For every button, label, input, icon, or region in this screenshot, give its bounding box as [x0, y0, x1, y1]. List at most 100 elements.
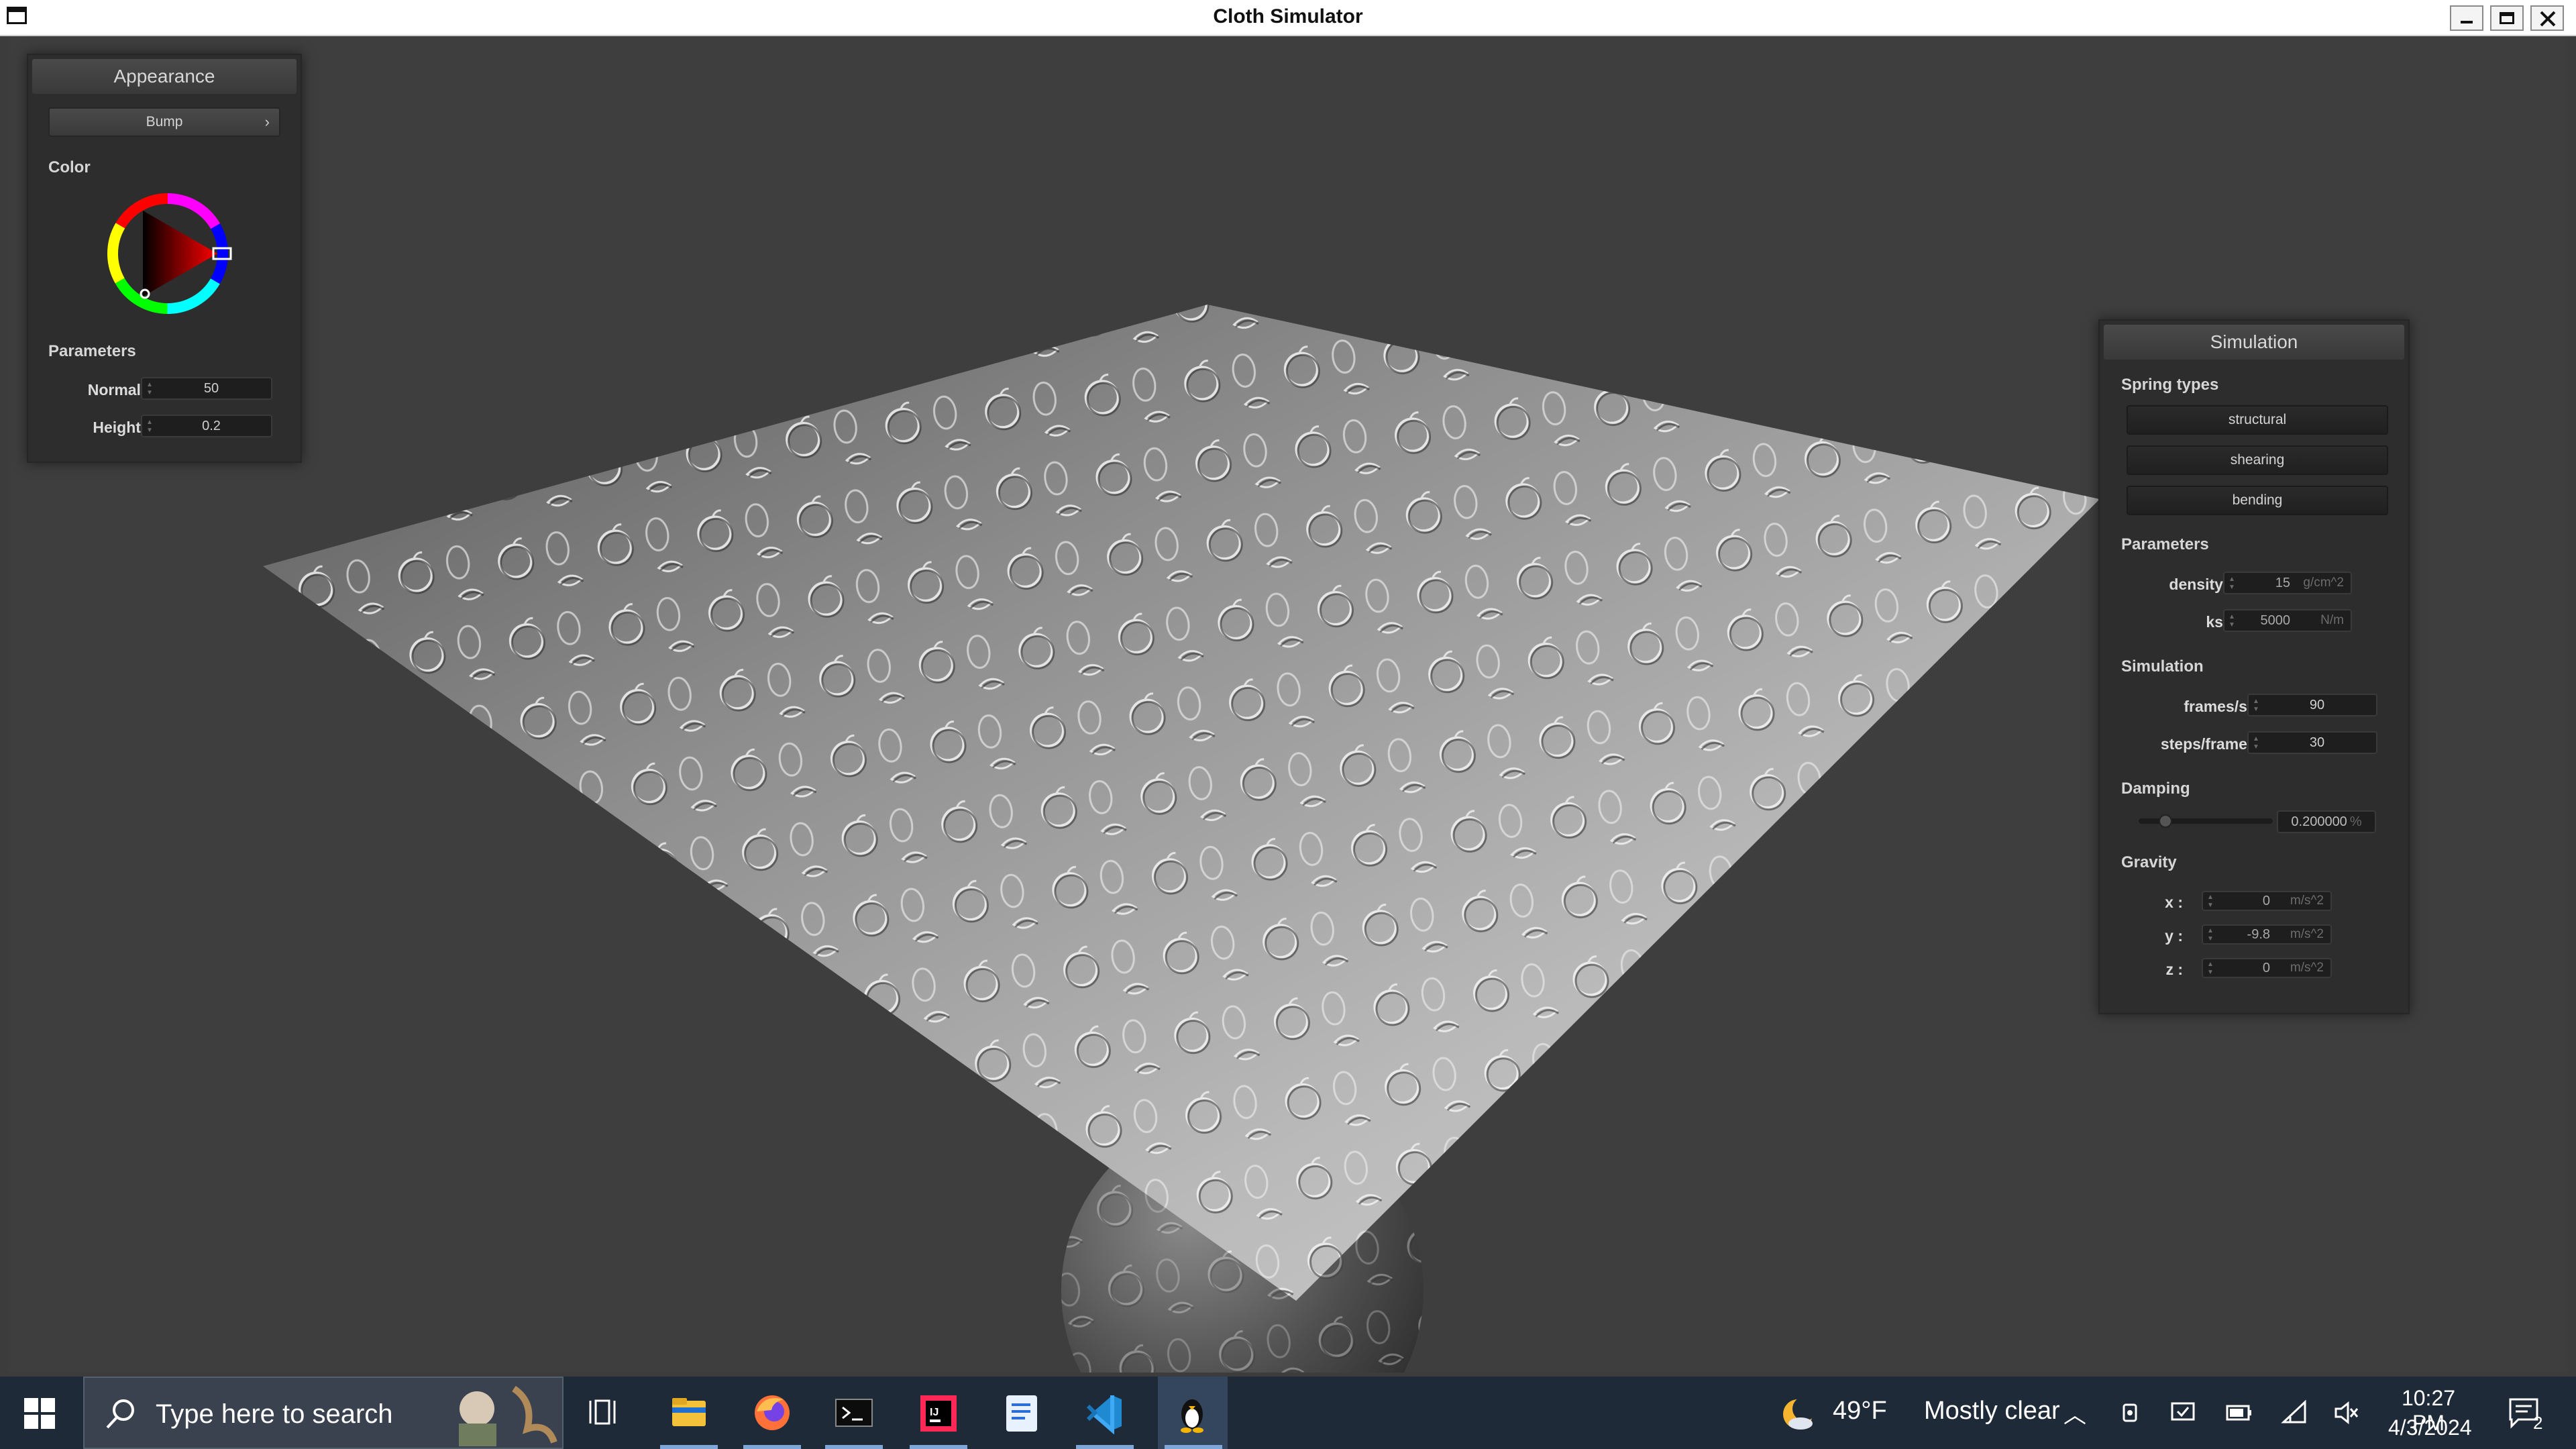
- gravity-label: Gravity: [2121, 853, 2177, 871]
- ks-value: 5000: [2260, 613, 2291, 628]
- simulation-section-label: Simulation: [2121, 657, 2204, 676]
- intellij-icon[interactable]: IJ: [916, 1391, 961, 1434]
- task-view-icon[interactable]: [584, 1391, 628, 1434]
- gravity-z-unit: m/s^2: [2290, 961, 2324, 975]
- sim-parameters-label: Parameters: [2121, 535, 2209, 553]
- color-wheel[interactable]: [101, 186, 235, 321]
- clock-date[interactable]: 4/3/2024: [2388, 1415, 2472, 1440]
- frames-per-second-value: 90: [2309, 698, 2325, 712]
- close-button[interactable]: [2530, 5, 2564, 31]
- appearance-parameters-label: Parameters: [48, 342, 136, 360]
- spin-arrows-icon[interactable]: ▲ ▼: [2229, 576, 2235, 592]
- vscode-indicator: [1076, 1445, 1134, 1449]
- spin-arrows-icon[interactable]: ▲ ▼: [2229, 613, 2235, 629]
- normal-value: 50: [203, 381, 219, 396]
- appearance-mode-value: Bump: [146, 114, 183, 129]
- ks-label: ks :: [2206, 613, 2233, 631]
- damping-slider[interactable]: [2139, 814, 2273, 828]
- gravity-z-label: z :: [2165, 961, 2183, 978]
- ks-spinbox[interactable]: ▲ ▼ 5000 N/m: [2223, 609, 2352, 632]
- color-triangle[interactable]: [143, 211, 217, 297]
- steps-per-frame-spinbox[interactable]: ▲ ▼ 30: [2247, 731, 2377, 754]
- density-label: density :: [2169, 576, 2233, 593]
- density-spinbox[interactable]: ▲ ▼ 15 g/cm^2: [2223, 572, 2352, 594]
- color-label: Color: [48, 158, 91, 176]
- file-explorer-indicator: [660, 1445, 718, 1449]
- firefox-icon[interactable]: [750, 1391, 794, 1434]
- gravity-z-value: 0: [2262, 961, 2270, 975]
- bending-button[interactable]: bending: [2127, 486, 2388, 515]
- minimize-button[interactable]: [2450, 5, 2483, 31]
- search-box[interactable]: Type here to search: [83, 1377, 564, 1449]
- structural-button[interactable]: structural: [2127, 405, 2388, 435]
- gravity-y-spinbox[interactable]: ▲ ▼ -9.8 m/s^2: [2202, 924, 2332, 945]
- file-explorer-icon[interactable]: [667, 1391, 711, 1434]
- intellij-indicator: [910, 1445, 967, 1449]
- title-bar: Cloth Simulator: [0, 0, 2576, 36]
- chevron-up-icon[interactable]: ︿: [2063, 1397, 2086, 1430]
- damping-value: 0.200000: [2291, 814, 2347, 829]
- spin-arrows-icon[interactable]: ▲ ▼: [2207, 927, 2214, 943]
- tux-indicator: [1165, 1445, 1222, 1449]
- spin-arrows-icon[interactable]: ▲ ▼: [146, 419, 153, 435]
- damping-value-box[interactable]: 0.200000%: [2277, 810, 2376, 833]
- spring-types-label: Spring types: [2121, 376, 2219, 394]
- gravity-y-value: -9.8: [2247, 927, 2270, 942]
- normal-label: Normal :: [87, 381, 150, 398]
- appearance-header: Appearance: [32, 59, 297, 94]
- notification-count: 2: [2533, 1413, 2543, 1433]
- gravity-x-unit: m/s^2: [2290, 894, 2324, 908]
- height-spinbox[interactable]: ▲ ▼ 0.2: [141, 415, 272, 437]
- start-button[interactable]: [24, 1398, 55, 1429]
- shearing-button[interactable]: shearing: [2127, 445, 2388, 475]
- terminal-indicator: [825, 1445, 883, 1449]
- appearance-mode-dropdown[interactable]: Bump ›: [48, 107, 280, 137]
- tux-icon[interactable]: [1170, 1391, 1214, 1434]
- gravity-y-unit: m/s^2: [2290, 927, 2324, 941]
- meet-now-icon[interactable]: [2120, 1401, 2144, 1425]
- close-icon: [2540, 11, 2556, 27]
- vscode-icon[interactable]: [1083, 1391, 1127, 1434]
- height-value: 0.2: [202, 419, 221, 433]
- damping-label: Damping: [2121, 780, 2190, 798]
- windows-logo-icon: [24, 1398, 38, 1412]
- network-icon[interactable]: [2281, 1399, 2308, 1426]
- spin-arrows-icon[interactable]: ▲ ▼: [2207, 961, 2214, 977]
- gravity-x-label: x :: [2165, 894, 2183, 911]
- spin-arrows-icon[interactable]: ▲ ▼: [2253, 698, 2259, 714]
- svg-text:IJ: IJ: [930, 1407, 938, 1418]
- device-icon[interactable]: [2169, 1399, 2196, 1426]
- gravity-x-spinbox[interactable]: ▲ ▼ 0 m/s^2: [2202, 891, 2332, 911]
- search-highlight-icon: [459, 1385, 557, 1446]
- search-placeholder: Type here to search: [156, 1399, 393, 1429]
- firefox-indicator: [743, 1445, 801, 1449]
- terminal-icon[interactable]: [832, 1391, 876, 1434]
- gravity-z-spinbox[interactable]: ▲ ▼ 0 m/s^2: [2202, 958, 2332, 978]
- damping-slider-handle[interactable]: [2159, 814, 2172, 828]
- frames-per-second-spinbox[interactable]: ▲ ▼ 90: [2247, 694, 2377, 716]
- volume-muted-icon[interactable]: [2333, 1399, 2360, 1426]
- weather-description[interactable]: Mostly clear: [1924, 1397, 2060, 1426]
- notepad-icon[interactable]: [1000, 1391, 1044, 1434]
- spin-arrows-icon[interactable]: ▲ ▼: [2253, 735, 2259, 751]
- taskbar: Type here to search IJ 49°F Mostly clear…: [0, 1377, 2576, 1449]
- spin-arrows-icon[interactable]: ▲ ▼: [2207, 894, 2214, 910]
- frames-per-second-label: frames/s :: [2184, 698, 2257, 715]
- steps-per-frame-label: steps/frame :: [2160, 735, 2257, 753]
- battery-icon[interactable]: [2224, 1401, 2254, 1425]
- gravity-x-value: 0: [2262, 894, 2270, 908]
- ks-unit: N/m: [2320, 613, 2344, 627]
- damping-unit: %: [2349, 814, 2362, 829]
- density-unit: g/cm^2: [2303, 576, 2344, 590]
- simulation-panel: Simulation Spring types structural shear…: [2098, 319, 2410, 1014]
- normal-spinbox[interactable]: ▲ ▼ 50: [141, 377, 272, 400]
- maximize-button[interactable]: [2490, 5, 2524, 31]
- spin-arrows-icon[interactable]: ▲ ▼: [146, 381, 153, 397]
- density-value: 15: [2275, 576, 2290, 590]
- weather-temperature[interactable]: 49°F: [1833, 1397, 1887, 1426]
- search-icon: [106, 1399, 134, 1429]
- gravity-y-label: y :: [2165, 927, 2183, 945]
- steps-per-frame-value: 30: [2309, 735, 2325, 750]
- weather-moon-icon[interactable]: [1779, 1395, 1817, 1433]
- chevron-right-icon: ›: [264, 113, 270, 130]
